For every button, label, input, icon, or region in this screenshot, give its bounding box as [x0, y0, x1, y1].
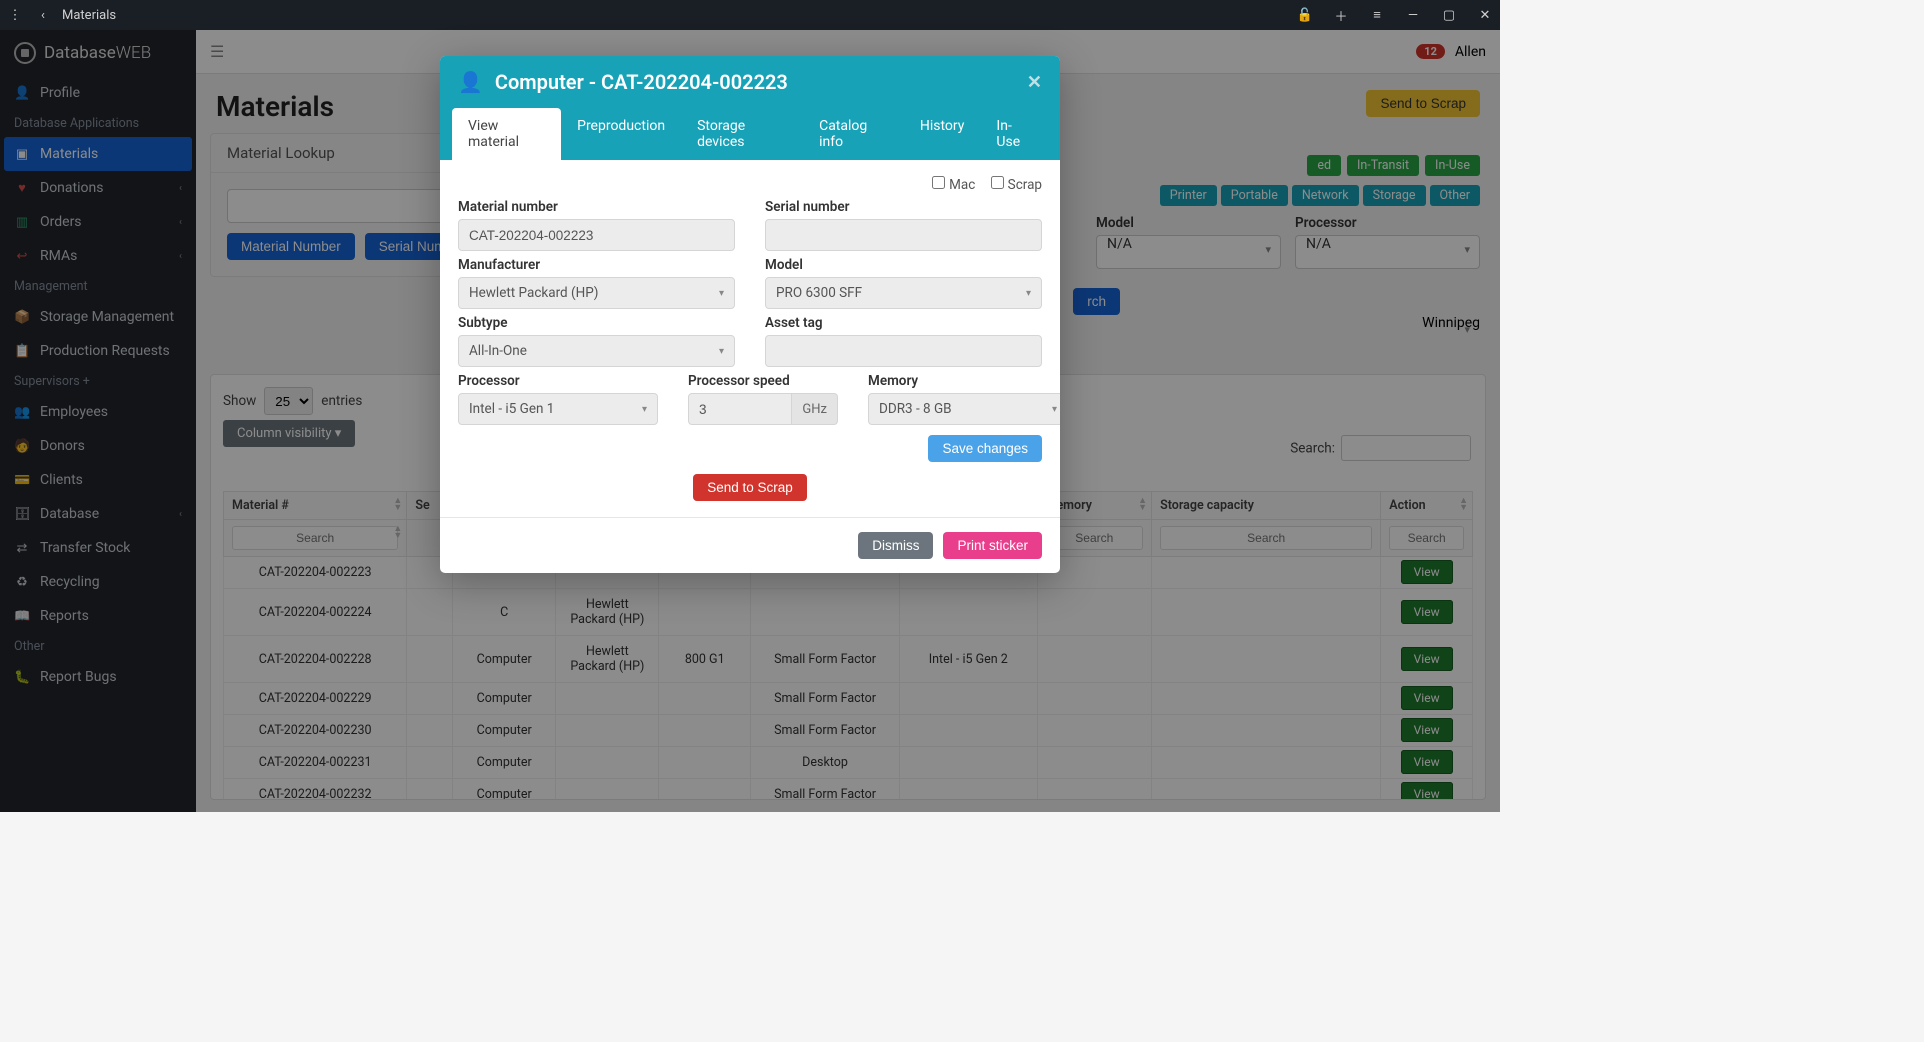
mac-label: Mac [949, 177, 975, 193]
asset-tag-label: Asset tag [765, 315, 1042, 331]
user-icon: 👤 [458, 70, 483, 94]
print-sticker-button[interactable]: Print sticker [943, 532, 1042, 559]
tab-storage-devices[interactable]: Storage devices [681, 108, 803, 160]
dismiss-button[interactable]: Dismiss [858, 532, 933, 559]
modal-overlay: 👤 Computer - CAT-202204-002223 ✕ View ma… [0, 30, 1500, 812]
asset-tag-input[interactable] [765, 335, 1042, 367]
manufacturer-value: Hewlett Packard (HP) [469, 285, 598, 301]
tab-preproduction[interactable]: Preproduction [561, 108, 681, 160]
close-icon[interactable]: ✕ [1027, 72, 1042, 93]
model-value: PRO 6300 SFF [776, 285, 862, 301]
tab-in-use[interactable]: In-Use [980, 108, 1048, 160]
plus-icon[interactable]: ＋ [1332, 6, 1350, 25]
modal-title: Computer - CAT-202204-002223 [495, 70, 788, 94]
subtype-select[interactable]: All-In-One [458, 335, 735, 367]
tab-history[interactable]: History [904, 108, 981, 160]
modal-tabs: View material Preproduction Storage devi… [440, 108, 1060, 160]
processor-speed-label: Processor speed [688, 373, 838, 389]
subtype-label: Subtype [458, 315, 735, 331]
serial-number-label: Serial number [765, 199, 1042, 215]
memory-label: Memory [868, 373, 1060, 389]
close-window-icon[interactable]: ✕ [1476, 8, 1494, 23]
manufacturer-select[interactable]: Hewlett Packard (HP) [458, 277, 735, 309]
material-number-input[interactable] [458, 219, 735, 251]
processor-label: Processor [458, 373, 658, 389]
processor-speed-input[interactable] [688, 393, 792, 425]
tab-catalog-info[interactable]: Catalog info [803, 108, 904, 160]
memory-select[interactable]: DDR3 - 8 GB [868, 393, 1060, 425]
modal-send-to-scrap-button[interactable]: Send to Scrap [693, 474, 807, 501]
manufacturer-label: Manufacturer [458, 257, 735, 273]
back-icon[interactable]: ‹ [34, 8, 52, 23]
scrap-checkbox[interactable] [991, 176, 1004, 189]
menu-dots-icon[interactable]: ⋮ [6, 8, 24, 23]
tab-view-material[interactable]: View material [452, 108, 561, 160]
minimize-icon[interactable]: — [1404, 8, 1422, 23]
save-changes-button[interactable]: Save changes [928, 435, 1042, 462]
processor-value: Intel - i5 Gen 1 [469, 401, 554, 417]
material-modal: 👤 Computer - CAT-202204-002223 ✕ View ma… [440, 56, 1060, 573]
window-title: Materials [62, 8, 116, 23]
mac-checkbox[interactable] [932, 176, 945, 189]
processor-select[interactable]: Intel - i5 Gen 1 [458, 393, 658, 425]
subtype-value: All-In-One [469, 343, 527, 359]
serial-number-input[interactable] [765, 219, 1042, 251]
speed-unit: GHz [792, 393, 838, 425]
lock-icon[interactable]: 🔓 [1296, 8, 1314, 23]
hamburger-icon[interactable]: ≡ [1368, 7, 1386, 23]
model-label: Model [765, 257, 1042, 273]
window-titlebar: ⋮ ‹ Materials 🔓 ＋ ≡ — ▢ ✕ [0, 0, 1500, 30]
model-select[interactable]: PRO 6300 SFF [765, 277, 1042, 309]
memory-value: DDR3 - 8 GB [879, 401, 952, 417]
material-number-label: Material number [458, 199, 735, 215]
scrap-label: Scrap [1008, 177, 1042, 193]
maximize-icon[interactable]: ▢ [1440, 8, 1458, 23]
